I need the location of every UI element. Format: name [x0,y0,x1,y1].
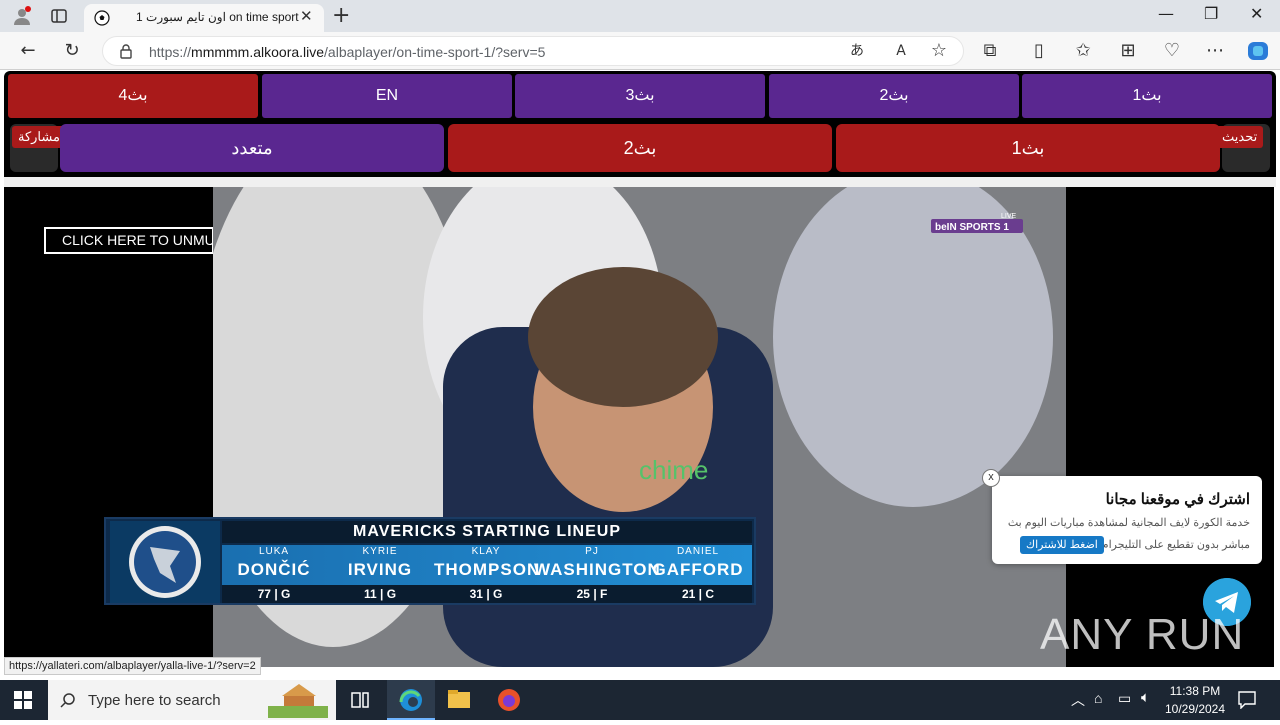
edge-taskbar-icon[interactable] [387,680,435,720]
back-icon[interactable]: ← [18,41,38,61]
player-position: C [705,587,715,601]
taskbar-search[interactable]: Type here to search [48,680,336,720]
search-placeholder: Type here to search [88,692,221,709]
tab-strip: اون تايم سبورت 1 on time sport ✕ + — ❐ ✕ [0,0,1280,32]
tab-title: اون تايم سبورت 1 on time sport [136,10,299,24]
player-number: 77 [257,587,271,601]
player-number: 25 [576,587,590,601]
lineup-stats: 77 | G 11 | G 31 | G 25 | F 21 | C [222,585,752,603]
url-text[interactable]: https://mmmmm.alkoora.live/albaplayer/on… [149,44,545,60]
subscribe-button[interactable]: اضغط للاشتراك [1020,536,1104,554]
performance-icon[interactable]: ♡ [1162,41,1182,61]
page: بث4 EN بث3 بث2 بث1 مشاركة متعدد بث2 بث1 … [0,71,1280,681]
unmute-button[interactable]: CLICK HERE TO UNMUTE [44,227,214,254]
file-explorer-icon[interactable] [435,680,483,720]
server-button-bar: بث4 EN بث3 بث2 بث1 مشاركة متعدد بث2 بث1 … [4,71,1276,183]
stream-1-button[interactable]: بث1 [836,124,1220,172]
popup-text: خدمة الكورة لايف المجانية لمشاهدة مباريا… [1007,517,1250,529]
restore-icon[interactable]: ❐ [1204,4,1218,23]
lineup-players: LUKA DONČIĆ KYRIE IRVING KLAY THOMPSON P… [222,545,752,585]
server-button-4[interactable]: بث4 [8,74,258,118]
minimize-icon[interactable]: — [1158,4,1174,23]
server-button-3[interactable]: بث3 [515,74,765,118]
player-first-name: DANIEL [676,546,720,557]
player-number: 31 [469,587,483,601]
popup-title: اشترك في موقعنا مجانا [1105,491,1250,508]
task-view-icon[interactable] [336,680,384,720]
read-aloud-icon[interactable]: A [891,41,911,61]
more-menu-icon[interactable]: ⋯ [1205,41,1225,61]
jersey-sponsor: chime [639,455,708,485]
multi-server-button[interactable]: متعدد [60,124,444,172]
server-button-1[interactable]: بث1 [1022,74,1272,118]
bein-sports-logo: beIN SPORTS 1 LIVE [931,213,1023,233]
player-position: G [493,587,503,601]
player-first-name: KYRIE [362,546,398,557]
windows-start-icon[interactable] [14,691,32,709]
anyrun-watermark: ANY RUN [1040,610,1245,659]
clock-date[interactable]: 10/29/2024 [1160,702,1230,716]
collections-icon[interactable]: ⊞ [1118,41,1138,61]
player-first-name: PJ [585,546,599,557]
split-screen-icon[interactable]: ▯ [1029,41,1049,61]
favorite-star-icon[interactable]: ☆ [929,41,949,61]
player-last-name: IRVING [347,560,413,579]
tray-device-icon[interactable]: ⌂ [1094,690,1102,706]
copilot-icon[interactable] [1246,40,1270,62]
stream-2-button[interactable]: بث2 [448,124,832,172]
address-bar[interactable]: https://mmmmm.alkoora.live/albaplayer/on… [102,36,964,66]
server-button-en[interactable]: EN [262,74,512,118]
player-position: F [600,587,608,601]
player-last-name: DONČIĆ [237,560,311,579]
lock-icon[interactable] [119,43,133,59]
notification-icon[interactable] [1238,691,1256,709]
player-last-name: THOMPSON [434,560,541,579]
tab-close-icon[interactable]: ✕ [300,7,313,25]
lineup-title: MAVERICKS STARTING LINEUP [222,521,752,543]
soccer-ball-icon [94,10,110,26]
status-bar-link: https://yallateri.com/albaplayer/yalla-l… [4,657,261,675]
profile-icon[interactable] [12,6,32,26]
search-highlight-icon [268,684,328,718]
svg-text:beIN SPORTS 1: beIN SPORTS 1 [935,222,1009,233]
tray-chevron-icon[interactable]: ︿ [1071,690,1085,710]
share-label[interactable]: مشاركة [12,126,66,148]
svg-text:LIVE: LIVE [1001,213,1017,220]
volume-icon[interactable]: 🔈︎ [1141,689,1150,706]
reload-icon[interactable]: ↻ [62,41,82,61]
new-tab-icon[interactable]: + [332,3,350,28]
player-last-name: WASHINGTON [534,560,661,579]
player-number: 11 [363,587,377,601]
player-first-name: KLAY [471,546,501,557]
lineup-graphic: MAVERICKS STARTING LINEUP LUKA DONČIĆ KY… [104,517,756,605]
player-last-name: GAFFORD [652,560,744,579]
browser-toolbar: ← ↻ https://mmmmm.alkoora.live/albaplaye… [0,32,1280,70]
tab-actions-icon[interactable] [50,7,68,25]
refresh-label[interactable]: تحديث [1216,126,1264,148]
server-button-2[interactable]: بث2 [769,74,1019,118]
window-close-icon[interactable]: ✕ [1250,4,1263,23]
clock-time[interactable]: 11:38 PM [1163,684,1227,698]
search-icon [60,693,75,708]
network-icon[interactable]: ▭ [1118,690,1131,707]
mavericks-logo [110,521,220,603]
player-number: 21 [681,587,696,601]
favorites-icon[interactable]: ✩ [1073,41,1093,61]
player-position: G [386,587,397,601]
subscribe-popup: اشترك في موقعنا مجانا خدمة الكورة لايف ا… [992,476,1262,564]
taskbar: Type here to search ︿ ⌂ ▭ 🔈︎ 11:38 PM 10… [0,680,1280,720]
tab-active[interactable]: اون تايم سبورت 1 on time sport ✕ [84,4,324,32]
player-position: G [281,587,291,601]
popup-text: مباشر بدون تقطيع على التليجرام [1101,539,1250,551]
popup-close-icon[interactable]: x [982,469,1000,487]
extensions-icon[interactable]: ⧉ [980,41,1000,61]
horizontal-scrollbar[interactable] [4,177,1276,187]
firefox-icon[interactable] [485,680,533,720]
player-first-name: LUKA [258,546,290,557]
video-player[interactable]: CLICK HERE TO UNMUTE chime beIN SPORTS 1… [4,187,1274,667]
translate-icon[interactable]: あ [847,41,867,61]
